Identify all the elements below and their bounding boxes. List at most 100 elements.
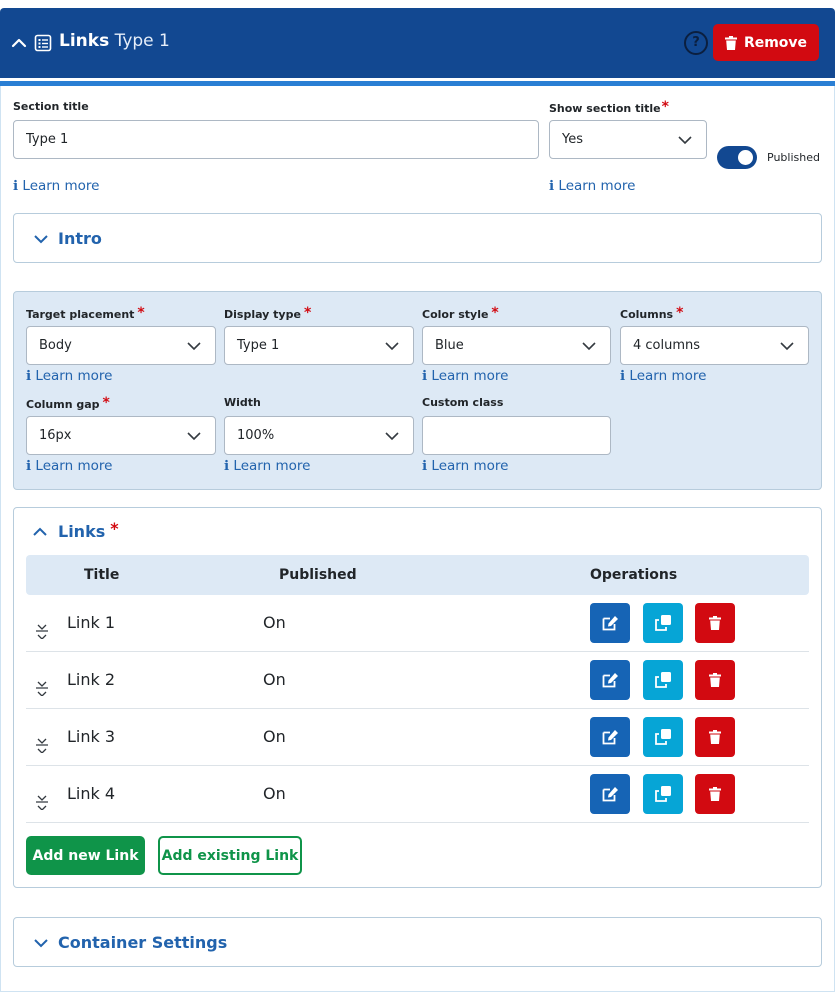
link-title[interactable]: Link 4 xyxy=(67,784,115,803)
add-new-link-button[interactable]: Add new Link xyxy=(26,836,145,875)
custom-class-label: Custom class xyxy=(422,396,504,409)
edit-button[interactable] xyxy=(590,660,630,700)
duplicate-button[interactable] xyxy=(643,603,683,643)
display-type-select[interactable]: Type 1 xyxy=(224,326,414,365)
edit-button[interactable] xyxy=(590,717,630,757)
chevron-down-icon xyxy=(34,939,48,948)
help-button[interactable]: ? xyxy=(684,31,708,55)
row-divider xyxy=(26,765,809,766)
columns-value: 4 columns xyxy=(633,338,701,353)
target-placement-label: Target placement * xyxy=(26,305,145,321)
remove-button-label: Remove xyxy=(743,34,808,51)
width-value: 100% xyxy=(237,428,275,443)
edit-button[interactable] xyxy=(590,603,630,643)
edit-icon xyxy=(602,673,618,688)
trash-icon xyxy=(709,787,721,801)
show-section-title-label: Show section title* xyxy=(549,99,669,115)
published-toggle[interactable] xyxy=(717,146,757,169)
links-table-header xyxy=(26,555,809,595)
color-style-value: Blue xyxy=(435,338,464,353)
chevron-down-icon xyxy=(780,342,794,351)
trash-icon xyxy=(709,616,721,630)
display-type-label: Display type * xyxy=(224,305,312,321)
trash-icon xyxy=(724,35,737,50)
edit-button[interactable] xyxy=(590,774,630,814)
delete-button[interactable] xyxy=(695,660,735,700)
color-style-select[interactable]: Blue xyxy=(422,326,611,365)
copy-icon xyxy=(655,672,671,688)
drag-handle-icon[interactable] xyxy=(35,735,49,753)
column-header-title: Title xyxy=(84,567,120,583)
column-gap-label: Column gap * xyxy=(26,395,110,411)
intro-title: Intro xyxy=(58,229,102,248)
chevron-down-icon xyxy=(678,136,692,145)
trash-icon xyxy=(709,730,721,744)
remove-button[interactable]: Remove xyxy=(713,24,819,61)
published-toggle-label: Published xyxy=(767,151,820,164)
add-existing-link-button[interactable]: Add existing Link xyxy=(158,836,302,875)
duplicate-button[interactable] xyxy=(643,717,683,757)
row-divider xyxy=(26,708,809,709)
display-type-value: Type 1 xyxy=(237,338,280,353)
columns-select[interactable]: 4 columns xyxy=(620,326,809,365)
custom-class-input[interactable] xyxy=(422,416,611,455)
section-header: Links Type 1 ? Remove xyxy=(0,8,835,78)
column-gap-select[interactable]: 16px xyxy=(26,416,216,455)
show-section-title-select[interactable]: Yes xyxy=(549,120,707,159)
copy-icon xyxy=(655,729,671,745)
delete-button[interactable] xyxy=(695,603,735,643)
link-title[interactable]: Link 3 xyxy=(67,727,115,746)
section-subtitle: Type 1 xyxy=(114,31,170,51)
duplicate-button[interactable] xyxy=(643,660,683,700)
row-divider xyxy=(26,651,809,652)
learn-more-link[interactable]: ℹ Learn more xyxy=(549,178,635,194)
learn-more-link[interactable]: ℹ Learn more xyxy=(422,368,508,384)
links-title: Links * xyxy=(58,519,119,541)
learn-more-link[interactable]: ℹ Learn more xyxy=(620,368,706,384)
link-published: On xyxy=(263,784,286,803)
delete-button[interactable] xyxy=(695,717,735,757)
edit-icon xyxy=(602,787,618,802)
target-placement-select[interactable]: Body xyxy=(26,326,216,365)
chevron-up-icon[interactable] xyxy=(11,35,27,51)
width-select[interactable]: 100% xyxy=(224,416,414,455)
drag-handle-icon[interactable] xyxy=(35,792,49,810)
show-section-title-value: Yes xyxy=(562,132,583,147)
list-icon xyxy=(34,34,52,52)
chevron-down-icon xyxy=(385,432,399,441)
chevron-down-icon xyxy=(582,342,596,351)
chevron-down-icon xyxy=(187,342,201,351)
row-divider xyxy=(26,822,809,823)
learn-more-link[interactable]: ℹ Learn more xyxy=(26,368,112,384)
learn-more-link[interactable]: ℹ Learn more xyxy=(13,178,99,194)
link-title[interactable]: Link 2 xyxy=(67,670,115,689)
learn-more-link[interactable]: ℹ Learn more xyxy=(224,458,310,474)
duplicate-button[interactable] xyxy=(643,774,683,814)
copy-icon xyxy=(655,615,671,631)
trash-icon xyxy=(709,673,721,687)
chevron-down-icon xyxy=(385,342,399,351)
width-label: Width xyxy=(224,396,261,409)
edit-icon xyxy=(602,616,618,631)
section-header-title: Links Type 1 xyxy=(59,31,170,51)
target-placement-value: Body xyxy=(39,338,72,353)
drag-handle-icon[interactable] xyxy=(35,678,49,696)
link-title[interactable]: Link 1 xyxy=(67,613,115,632)
color-style-label: Color style * xyxy=(422,305,499,321)
link-published: On xyxy=(263,670,286,689)
learn-more-link[interactable]: ℹ Learn more xyxy=(422,458,508,474)
section-title-input[interactable] xyxy=(13,120,539,159)
container-settings-card[interactable]: Container Settings xyxy=(13,917,822,967)
chevron-up-icon[interactable] xyxy=(33,527,47,537)
section-title-label: Section title xyxy=(13,100,89,113)
chevron-down-icon xyxy=(187,432,201,441)
delete-button[interactable] xyxy=(695,774,735,814)
intro-card[interactable]: Intro xyxy=(13,213,822,263)
chevron-down-icon xyxy=(34,235,48,244)
container-settings-title: Container Settings xyxy=(58,933,228,952)
learn-more-link[interactable]: ℹ Learn more xyxy=(26,458,112,474)
edit-icon xyxy=(602,730,618,745)
drag-handle-icon[interactable] xyxy=(35,621,49,639)
section-type-name: Links xyxy=(59,31,110,51)
column-header-operations: Operations xyxy=(590,567,678,583)
